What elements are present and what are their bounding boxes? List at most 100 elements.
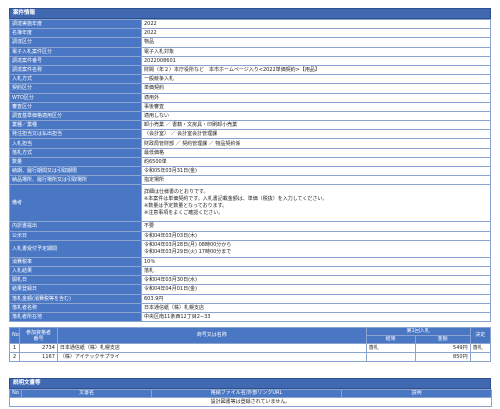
info-label: 入札結果	[9, 265, 142, 277]
bid-no: 1	[8, 343, 21, 354]
info-row: 調達案件番号 2022008601	[9, 55, 491, 66]
info-row: 落札者所在地 中央区南11条西12丁目2−33	[9, 311, 491, 323]
info-row: 調達区分 物品	[9, 37, 491, 48]
col-name: 商号又は名称	[56, 327, 367, 345]
info-row: 電子入札案件区分 電子入札対象	[9, 46, 491, 57]
info-row: 落札方式 最低価格	[9, 147, 491, 158]
info-label: 調達案件名称	[9, 64, 142, 76]
info-value: 令和04年03月30日(水)	[141, 275, 491, 286]
info-value: 一般競争入札	[141, 74, 491, 85]
page-container: 案件情報 調達実施年度 2022 名簿年度 2022 調達区分 物品 電子入札案件区分 電子入…	[8, 8, 492, 408]
bid-result	[365, 352, 416, 363]
info-label: 発注担当又は払出担当	[9, 129, 142, 140]
info-value: 単価契約	[141, 83, 491, 94]
info-value: 電子入札対象	[141, 46, 491, 57]
info-row: 契約区分 単価契約	[9, 83, 491, 94]
table-row: 2 1167 （株）アイテックサプライ 850円	[8, 352, 492, 363]
info-label: 入札担当	[9, 138, 142, 149]
info-label: 備考	[9, 184, 142, 223]
info-row: 業種／業種 卸小売業 ／ 書籍・文房具・印刷卸小売業	[9, 120, 491, 131]
info-label: 名簿年度	[9, 28, 142, 39]
info-label: 業種／業種	[9, 120, 142, 131]
docs-col-file: 格納ファイル名/外部リンクURL	[151, 389, 342, 399]
info-label: 落札金額(消費税等を含む)	[9, 293, 142, 304]
info-row: 結果登録日 令和04年04月01日(金)	[9, 284, 491, 295]
info-value: 10％	[141, 256, 491, 267]
info-value: 卸小売業 ／ 書籍・文房具・印刷卸小売業	[141, 120, 491, 131]
info-row: 調査基準価格適用区分 適用しない	[9, 110, 491, 122]
bid-reg-no: 1167	[19, 352, 58, 363]
col-reg-no: 参加資格者 番号	[19, 327, 58, 345]
info-table: 調達実施年度 2022 名簿年度 2022 調達区分 物品 電子入札案件区分 電子入札対象 調達…	[9, 18, 491, 323]
info-row: 落札金額(消費税等を含む) 603.9円	[9, 293, 491, 304]
info-value: 令和04年04月01日(金)	[141, 284, 491, 295]
info-value: 中央区南11条西12丁目2−33	[141, 311, 491, 323]
bid-amount: 850円	[414, 352, 471, 363]
info-row: 入札担当 財政局管財部 ／ 契約管理課 ／ 物品契約係	[9, 138, 491, 149]
info-value: 令和04年03月28日(月) 08時00分から 令和04年03月29日(火) 1…	[141, 239, 491, 258]
info-value: 令和04年03月03日(木)	[141, 230, 491, 241]
bid-decision	[469, 352, 492, 363]
info-value: 最低価格	[141, 147, 491, 158]
info-label: 電子入札案件区分	[9, 46, 142, 57]
bid-decision: 落札	[469, 343, 492, 354]
info-row: 納品場所、履行場所又は引取場所 指定場所	[9, 175, 491, 186]
info-row: 調達実施年度 2022	[9, 18, 491, 30]
info-row: 発注担当又は払出担当 （会計室） ／ 会計室会計管理課	[9, 129, 491, 140]
info-row: WTO区分 適用外	[9, 92, 491, 103]
info-label: 公示日	[9, 230, 142, 241]
info-row: 落札者名称 日本通信紙（株）札幌支店	[9, 302, 491, 313]
info-row: 消費税率 10％	[9, 256, 491, 267]
info-value: 日本通信紙（株）札幌支店	[141, 302, 491, 313]
info-value: 令和05年03月31日(金)	[141, 165, 491, 177]
table-row: 1 2734 日本通信紙（株）札幌支店 落札 549円 落札	[8, 343, 492, 354]
docs-col-no: No	[9, 389, 22, 399]
info-value: 2022008601	[141, 55, 491, 66]
info-label: 調達実施年度	[9, 18, 142, 30]
section-title: 案件情報	[9, 8, 491, 19]
info-label: 契約区分	[9, 83, 142, 94]
info-label: 入札方式	[9, 74, 142, 85]
info-value: 適用外	[141, 92, 491, 103]
info-label: 審査区分	[9, 101, 142, 112]
info-row: 名簿年度 2022	[9, 28, 491, 39]
info-value: 指定場所	[141, 175, 491, 186]
bid-reg-no: 2734	[19, 343, 58, 354]
info-value: 財閥（年２）本庁役所など 本市ホームページ入り<2022単価契約>【用品】	[141, 64, 491, 76]
info-value: （会計室） ／ 会計室会計管理課	[141, 129, 491, 140]
info-value: 2022	[141, 28, 491, 39]
col-amount: 金額	[414, 335, 471, 345]
info-label: 落札者所在地	[9, 311, 142, 323]
info-value: 不要	[141, 221, 491, 232]
bid-amount: 549円	[414, 343, 471, 354]
info-value: 詳細は仕様書のとおりです。 ※本案件は単価契約です。入札書記載金額は、単価（税抜…	[141, 184, 491, 223]
info-label: 調達案件番号	[9, 55, 142, 66]
info-value: 適用しない	[141, 110, 491, 122]
info-label: 開札日	[9, 275, 142, 286]
col-round1: 第1回入札	[365, 327, 471, 337]
docs-empty-message: 設計図書等は登録されていません。	[9, 397, 492, 408]
info-value: 落札	[141, 265, 491, 277]
bid-result: 落札	[365, 343, 416, 354]
info-label: 落札方式	[9, 147, 142, 158]
col-result: 結果	[365, 335, 416, 345]
info-label: 納品場所、履行場所又は引取場所	[9, 175, 142, 186]
info-label: 落札者名称	[9, 302, 142, 313]
info-row: 内訳書提出 不要	[9, 221, 491, 232]
bid-name: 日本通信紙（株）札幌支店	[56, 343, 367, 354]
info-value: 財政局管財部 ／ 契約管理課 ／ 物品契約係	[141, 138, 491, 149]
info-row: 入札結果 落札	[9, 265, 491, 277]
col-decision: 決定	[469, 327, 492, 345]
info-label: 消費税率	[9, 256, 142, 267]
info-label: 入札書受付予定期間	[9, 239, 142, 258]
info-label: 結果登録日	[9, 284, 142, 295]
info-row: 開札日 令和04年03月30日(水)	[9, 275, 491, 286]
bid-no: 2	[8, 352, 21, 363]
info-label: 数量	[9, 156, 142, 168]
info-row: 備考 詳細は仕様書のとおりです。 ※本案件は単価契約です。入札書記載金額は、単価（…	[9, 184, 491, 223]
info-value: 2022	[141, 18, 491, 30]
info-label: 内訳書提出	[9, 221, 142, 232]
info-value: 603.9円	[141, 293, 491, 304]
info-value: 物品	[141, 37, 491, 48]
info-value: 約6500単	[141, 156, 491, 168]
